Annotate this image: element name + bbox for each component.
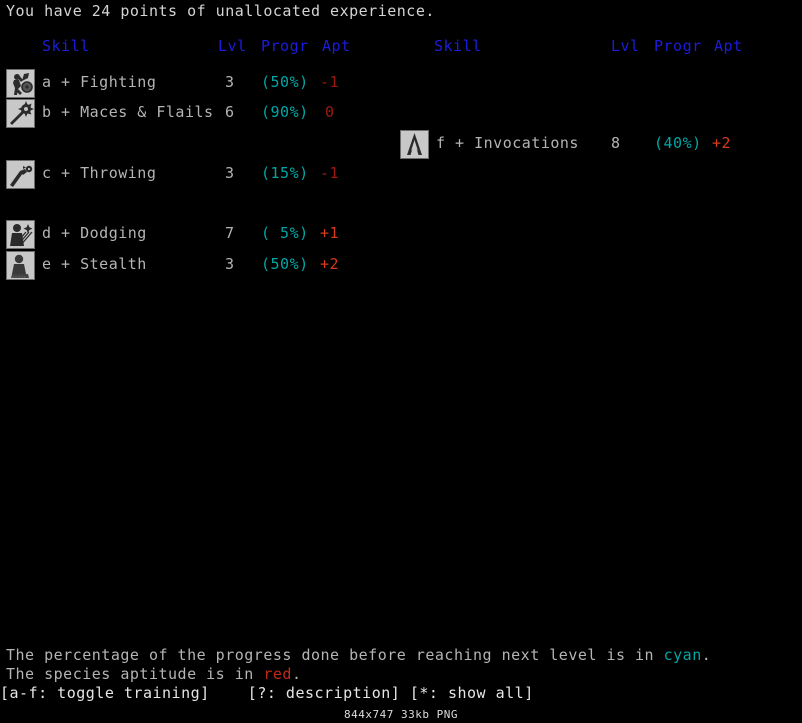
file-caption: 844x747 33kb PNG [344,708,458,721]
skill-progress: ( 5%) [261,224,309,242]
column-header-lvl-left: Lvl [218,37,247,55]
skill-level: 3 [224,255,234,273]
skill-aptitude: 0 [325,103,335,121]
skill-name: d + Dodging [42,224,147,242]
skills-screen: You have 24 points of unallocated experi… [0,0,802,723]
column-header-apt-left: Apt [322,37,351,55]
skill-row[interactable]: b + Maces & Flails 6 (90%) 0 [0,99,400,128]
legend-progress-line: The percentage of the progress done befo… [6,648,711,663]
skill-name: c + Throwing [42,164,157,182]
legend-aptitude-post: . [291,665,302,683]
skill-name: e + Stealth [42,255,147,273]
skill-progress: (40%) [654,134,702,152]
maces-flails-icon [6,99,35,128]
skill-row[interactable]: c + Throwing 3 (15%) -1 [0,160,400,189]
column-header-progr-left: Progr [261,37,309,55]
skill-level: 8 [610,134,620,152]
skill-row[interactable]: d + Dodging 7 ( 5%) +1 [0,220,400,249]
skill-progress: (50%) [261,255,309,273]
column-header-apt-right: Apt [714,37,743,55]
legend-aptitude-pre: The species aptitude is in [6,665,264,683]
skill-aptitude: -1 [320,73,340,91]
skill-aptitude: -1 [320,164,340,182]
stealth-icon [6,251,35,280]
invocations-icon [400,130,429,159]
skill-progress: (50%) [261,73,309,91]
skill-level: 3 [224,164,234,182]
skill-progress: (90%) [261,103,309,121]
throwing-icon [6,160,35,189]
skill-name: a + Fighting [42,73,157,91]
skill-aptitude: +2 [320,255,340,273]
skill-row[interactable]: e + Stealth 3 (50%) +2 [0,251,400,280]
skill-progress: (15%) [261,164,309,182]
command-bar[interactable]: [a-f: toggle training] [?: description] … [0,686,534,701]
skill-name: f + Invocations [436,134,579,152]
skill-aptitude: +2 [712,134,732,152]
skill-row[interactable]: f + Invocations 8 (40%) +2 [392,130,792,159]
skill-level: 7 [224,224,234,242]
column-header-lvl-right: Lvl [611,37,640,55]
column-header-skill-right: Skill [434,37,482,55]
legend-red-word: red [263,665,292,683]
legend-cyan-word: cyan [663,646,702,664]
skill-name: b + Maces & Flails [42,103,214,121]
dodging-icon [6,220,35,249]
experience-message: You have 24 points of unallocated experi… [6,2,435,20]
skill-aptitude: +1 [320,224,340,242]
skill-row[interactable]: a + Fighting 3 (50%) -1 [0,69,400,98]
legend-progress-pre: The percentage of the progress done befo… [6,646,664,664]
legend-progress-post: . [701,646,712,664]
skill-level: 3 [224,73,234,91]
legend-aptitude-line: The species aptitude is in red. [6,667,301,682]
fighting-icon [6,69,35,98]
column-header-progr-right: Progr [654,37,702,55]
skill-level: 6 [224,103,234,121]
column-header-skill-left: Skill [42,37,90,55]
